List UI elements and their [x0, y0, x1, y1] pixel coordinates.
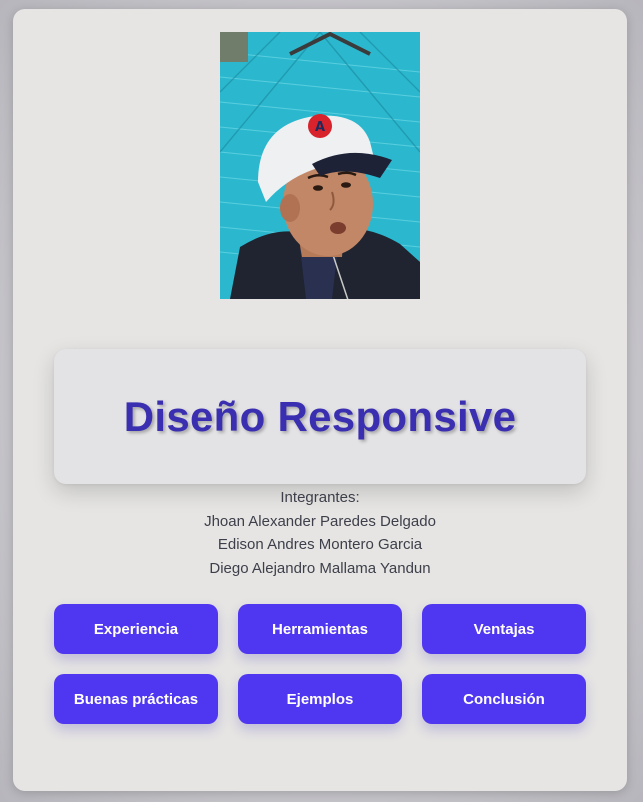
buenas-practicas-button[interactable]: Buenas prácticas — [54, 674, 218, 724]
title-card: Diseño Responsive — [54, 349, 586, 484]
conclusion-button[interactable]: Conclusión — [422, 674, 586, 724]
page-title: Diseño Responsive — [123, 392, 517, 440]
experiencia-button[interactable]: Experiencia — [54, 604, 218, 654]
herramientas-button[interactable]: Herramientas — [238, 604, 402, 654]
main-card: A Diseño Responsive Integrantes: Jhoan A… — [13, 9, 627, 791]
members-list: Integrantes: Jhoan Alexander Paredes Del… — [13, 486, 627, 580]
ventajas-button[interactable]: Ventajas — [422, 604, 586, 654]
svg-text:A: A — [315, 120, 325, 135]
profile-photo: A — [220, 32, 420, 299]
members-heading: Integrantes: — [280, 489, 360, 506]
member-name: Edison Andres Montero Garcia — [217, 536, 423, 553]
member-name: Diego Alejandro Mallama Yandun — [209, 559, 431, 577]
member-name: Jhoan Alexander Paredes Delgado — [204, 512, 436, 530]
ejemplos-button[interactable]: Ejemplos — [238, 674, 402, 724]
